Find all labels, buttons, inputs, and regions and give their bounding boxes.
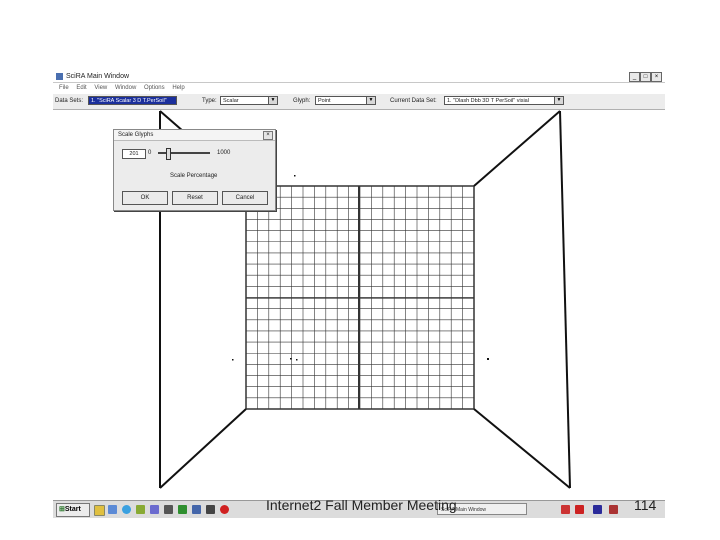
room-edge-bottom-left [159, 408, 247, 489]
glyph-point [487, 358, 489, 360]
dialog-title: Scale Glyphs [118, 132, 154, 138]
reset-button[interactable]: Reset [172, 191, 218, 205]
scale-glyphs-dialog: Scale Glyphs × 201 0 1000 Scale Percenta… [113, 129, 276, 211]
page-number: 114 [634, 497, 657, 513]
ok-button[interactable]: OK [122, 191, 168, 205]
slider-min-label: 0 [148, 150, 152, 156]
app-shortcut-icon[interactable] [136, 505, 145, 514]
tray-icon[interactable] [593, 505, 602, 514]
scene-3d [159, 110, 571, 489]
scale-value-input[interactable]: 201 [122, 149, 146, 159]
back-wall-grid [245, 185, 475, 410]
room-edge-top-right [473, 110, 561, 187]
tray-icon[interactable] [575, 505, 584, 514]
glyph-point [232, 359, 234, 361]
scale-caption: Scale Percentage [170, 173, 218, 179]
app-shortcut-icon[interactable] [192, 505, 201, 514]
slider-max-label: 1000 [217, 150, 231, 156]
room-edge-right [559, 110, 571, 489]
terminal-icon[interactable] [164, 505, 173, 514]
app-shortcut-icon[interactable] [178, 505, 187, 514]
app-shortcut-icon[interactable] [220, 505, 229, 514]
start-button[interactable]: ⊞Start [56, 503, 90, 517]
scale-slider-track[interactable] [158, 148, 210, 160]
glyph-point [294, 175, 296, 177]
cancel-button[interactable]: Cancel [222, 191, 268, 205]
folder-icon[interactable] [94, 505, 105, 516]
glyph-point [290, 358, 292, 360]
glyph-point [296, 359, 298, 361]
tray-icon[interactable] [609, 505, 618, 514]
app-shortcut-icon[interactable] [150, 505, 159, 514]
app-shortcut-icon[interactable] [206, 505, 215, 514]
footer-meeting-text: Internet2 Fall Member Meeting [266, 497, 457, 513]
browser-icon[interactable] [122, 505, 131, 514]
scale-slider-thumb[interactable] [166, 148, 172, 160]
tray-icon[interactable] [561, 505, 570, 514]
start-label: Start [64, 506, 81, 513]
dialog-titlebar[interactable]: Scale Glyphs × [114, 130, 275, 141]
desktop-icon[interactable] [108, 505, 117, 514]
dialog-close-icon[interactable]: × [263, 131, 273, 140]
room-edge-bottom-right [473, 408, 571, 489]
